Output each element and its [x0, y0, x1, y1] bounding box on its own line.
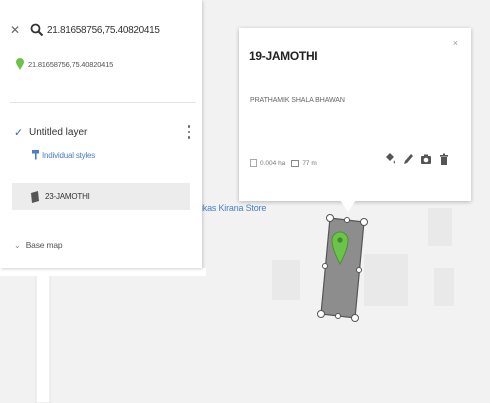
close-icon[interactable]: ×	[453, 38, 458, 48]
building-footprint	[364, 254, 408, 306]
paint-bucket-icon[interactable]	[384, 152, 396, 166]
layer-header: ✓ Untitled layer	[14, 124, 192, 140]
building-footprint	[428, 208, 452, 246]
road	[35, 261, 51, 403]
individual-styles-link[interactable]: Individual styles	[32, 150, 95, 160]
perimeter-value: 77 m	[302, 159, 317, 167]
chevron-down-icon[interactable]: ⌄	[14, 241, 21, 250]
popup-measurements: 0.004 ha 77 m	[250, 159, 317, 167]
building-footprint	[434, 268, 454, 306]
perimeter-icon	[291, 159, 300, 167]
polygon-icon	[31, 190, 39, 203]
divider	[10, 102, 196, 103]
area-value: 0.004 ha	[260, 159, 286, 167]
individual-styles-label: Individual styles	[42, 150, 96, 160]
search-query[interactable]: 21.81658756,75.40820415	[47, 25, 160, 36]
feature-popup: 19-JAMOTHI × PRATHAMIK SHALA BHAWAN 0.00…	[239, 28, 471, 201]
pencil-icon[interactable]	[402, 152, 414, 166]
trash-icon[interactable]	[438, 152, 450, 166]
search-icon[interactable]	[30, 23, 44, 37]
basemap-label: Base map	[25, 240, 63, 250]
camera-icon[interactable]	[420, 152, 432, 166]
layer-checkbox[interactable]: ✓	[14, 126, 26, 139]
paint-roller-icon	[32, 150, 39, 160]
map-place-label[interactable]: ikas Kirana Store	[201, 203, 266, 213]
feature-label: 23-JAMOTHI	[45, 192, 90, 201]
close-icon[interactable]: ✕	[10, 23, 24, 37]
search-result-text: 21.81658756,75.40820415	[28, 59, 114, 69]
area-icon	[250, 159, 257, 167]
search-row: ✕ 21.81658756,75.40820415	[10, 22, 160, 38]
map-pin-icon	[16, 58, 24, 70]
popup-title: 19-JAMOTHI	[249, 49, 318, 63]
popup-pointer	[340, 200, 356, 212]
search-result[interactable]: 21.81658756,75.40820415	[16, 58, 113, 70]
building-footprint	[272, 260, 300, 300]
feature-list-item[interactable]: 23-JAMOTHI	[12, 183, 190, 210]
layer-title[interactable]: Untitled layer	[29, 127, 186, 138]
road	[0, 268, 206, 276]
basemap-row[interactable]: ⌄ Base map	[14, 240, 63, 250]
more-options-icon[interactable]	[186, 124, 192, 140]
popup-actions	[384, 152, 456, 166]
popup-description: PRATHAMIK SHALA BHAWAN	[250, 97, 345, 104]
layers-panel: ✕ 21.81658756,75.40820415 21.81658756,75…	[0, 0, 202, 268]
